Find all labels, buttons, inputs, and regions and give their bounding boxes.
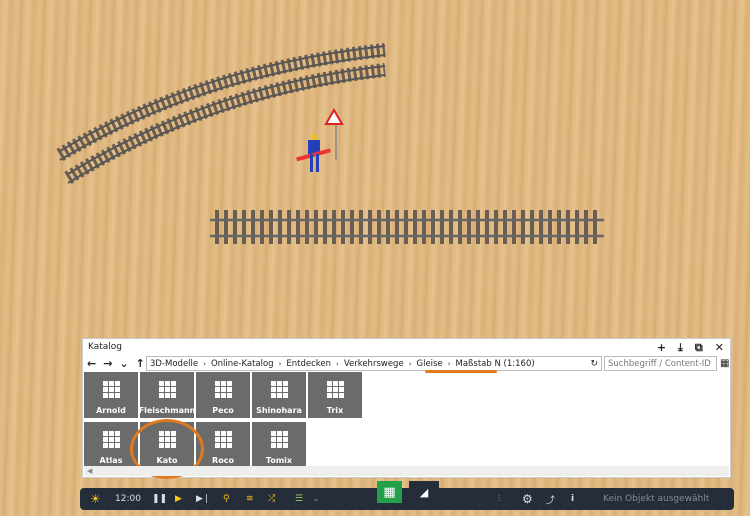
up-icon[interactable]: ↑: [136, 357, 145, 370]
breadcrumb: 3D-Modelle › Online-Katalog › Entdecken › V…: [146, 356, 602, 371]
construction-sign-figure[interactable]: [296, 107, 344, 172]
tile-label: Shinohara: [256, 406, 302, 415]
search-icon[interactable]: ⚲: [223, 494, 230, 504]
catalog-toggle-button[interactable]: ▦: [377, 481, 402, 503]
breadcrumb-item-current[interactable]: Maßstab N (1:160): [456, 359, 535, 369]
breadcrumb-item[interactable]: Entdecken: [286, 359, 331, 369]
tile-arnold[interactable]: Arnold: [84, 372, 138, 418]
grid-icon: [158, 381, 176, 398]
tile-tomix[interactable]: Tomix: [252, 422, 306, 468]
forward-icon[interactable]: →: [103, 357, 112, 370]
add-icon[interactable]: +: [657, 341, 666, 355]
grid-icon: [214, 431, 232, 448]
info-icon[interactable]: i: [571, 494, 574, 504]
chevron-right-icon: ›: [447, 359, 451, 368]
grid-icon: [270, 431, 288, 448]
breadcrumb-item[interactable]: Online-Katalog: [211, 359, 274, 369]
tile-shinohara[interactable]: Shinohara: [252, 372, 306, 418]
highlight-underline: [425, 370, 497, 373]
grid-icon: [102, 381, 120, 398]
route-icon[interactable]: ⤴: [546, 493, 555, 506]
chevron-right-icon: ›: [336, 359, 339, 368]
gear-icon[interactable]: ⚙: [522, 492, 533, 506]
chevron-right-icon: ›: [203, 359, 206, 368]
play-icon[interactable]: ▶: [175, 494, 182, 504]
tile-label: Tomix: [265, 456, 293, 465]
grid-icon: [270, 381, 288, 398]
time-display[interactable]: 12:00: [115, 494, 141, 504]
chevron-down-icon[interactable]: ⌄: [312, 494, 320, 504]
pause-icon[interactable]: ❚❚: [152, 494, 167, 504]
download-icon[interactable]: ⤓: [678, 341, 683, 355]
search-input[interactable]: [604, 356, 717, 371]
shuffle-icon[interactable]: ⤮: [268, 494, 275, 504]
3d-scene[interactable]: [0, 0, 750, 340]
chevron-down-icon[interactable]: ⌄: [119, 357, 128, 370]
close-icon[interactable]: ✕: [715, 341, 724, 355]
bottom-toolbar: ☀ 12:00 ❚❚ ▶ ▶❘ ⚲ ≋ ⤮ ☰ ⌄ ⫶ ⚙ ⤴ i Kein O…: [80, 488, 734, 510]
breadcrumb-item[interactable]: 3D-Modelle: [150, 359, 198, 369]
tile-fleischmann[interactable]: Fleischmann: [140, 372, 194, 418]
catalog-panel: Katalog + ⤓ ⧉ ✕ ← → ⌄ ↑ 3D-Modelle › Onli…: [82, 338, 731, 479]
sun-icon[interactable]: ☀: [90, 492, 101, 506]
terrain-icon: ◢: [419, 485, 429, 499]
tile-label: Arnold: [96, 406, 126, 415]
tile-label: Peco: [212, 406, 234, 415]
terrain-button[interactable]: ◢: [409, 481, 439, 503]
status-text: Kein Objekt ausgewählt: [603, 494, 710, 504]
tile-trix[interactable]: Trix: [308, 372, 362, 418]
tile-roco[interactable]: Roco: [196, 422, 250, 468]
tile-label: Fleischmann: [140, 406, 194, 415]
tile-label: Atlas: [99, 456, 123, 465]
catalog-title: Katalog: [88, 342, 123, 352]
popout-icon[interactable]: ⧉: [695, 341, 703, 355]
list-icon[interactable]: ☰: [295, 494, 303, 504]
grid-icon: ▦: [383, 484, 396, 500]
layers-icon[interactable]: ≋: [246, 494, 254, 504]
horizontal-scrollbar[interactable]: ◀: [84, 466, 729, 476]
straight-track[interactable]: [210, 210, 604, 245]
sliders-icon[interactable]: ⫶: [498, 494, 500, 504]
grid-icon: [102, 431, 120, 448]
tile-peco[interactable]: Peco: [196, 372, 250, 418]
breadcrumb-item[interactable]: Verkehrswege: [344, 359, 404, 369]
breadcrumb-item[interactable]: Gleise: [417, 359, 443, 369]
chevron-right-icon: ›: [408, 359, 412, 368]
grid-icon: [214, 381, 232, 398]
tile-label: Roco: [212, 456, 234, 465]
tile-label: Trix: [326, 406, 344, 415]
chevron-right-icon: ›: [278, 359, 282, 368]
refresh-icon[interactable]: ↻: [590, 359, 598, 369]
grid-view-icon[interactable]: ▦: [720, 358, 729, 369]
grid-icon: [326, 381, 344, 398]
back-icon[interactable]: ←: [87, 357, 96, 370]
step-icon[interactable]: ▶❘: [196, 494, 210, 504]
